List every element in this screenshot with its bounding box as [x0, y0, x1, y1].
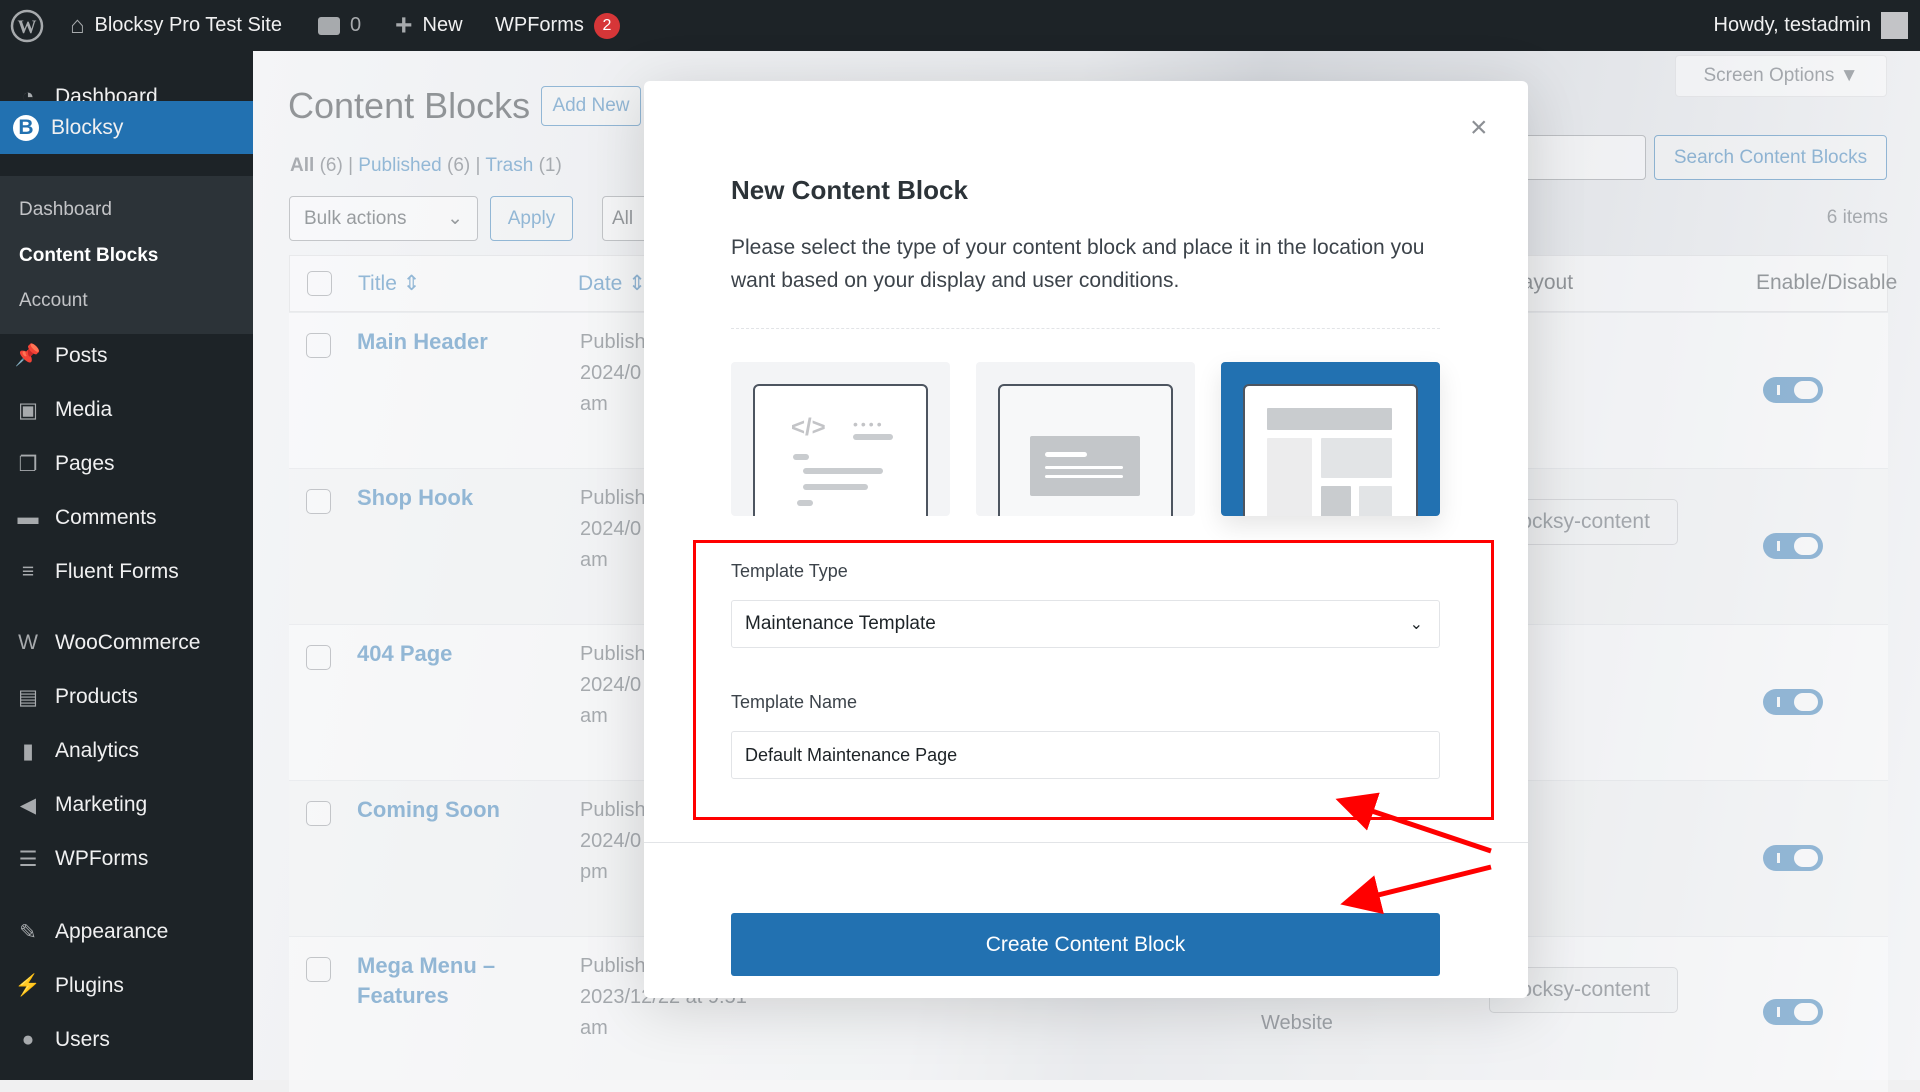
woo-icon: W	[18, 631, 38, 654]
row-title-link[interactable]: Shop Hook	[357, 483, 557, 513]
notification-badge: 2	[593, 12, 620, 39]
sidebar-item-products[interactable]: ▤ Products	[0, 675, 253, 719]
create-content-block-button[interactable]: Create Content Block	[731, 913, 1440, 976]
sidebar-item-analytics[interactable]: ▮ Analytics	[0, 729, 253, 773]
row-checkbox[interactable]	[306, 489, 331, 514]
sidebar-item-marketing[interactable]: ◀ Marketing	[0, 783, 253, 827]
enable-toggle[interactable]	[1763, 845, 1823, 871]
row-checkbox[interactable]	[306, 333, 331, 358]
type-card-popup[interactable]	[976, 362, 1195, 516]
avatar	[1881, 12, 1908, 39]
close-icon[interactable]: ×	[1470, 111, 1488, 145]
submenu-content-blocks[interactable]: Content Blocks	[19, 245, 158, 267]
row-title-link[interactable]: 404 Page	[357, 639, 557, 669]
wordpress-logo-icon[interactable]: W	[10, 0, 44, 51]
filter-trash[interactable]: Trash	[485, 155, 533, 176]
brush-icon: ✎	[19, 920, 37, 944]
comment-icon	[318, 16, 340, 35]
column-enable: Enable/Disable	[1756, 271, 1898, 294]
add-new-button[interactable]: Add New	[541, 86, 641, 126]
enable-toggle[interactable]	[1763, 689, 1823, 715]
column-title[interactable]: Title ⇕	[358, 271, 420, 296]
footer-divider	[644, 842, 1528, 843]
sidebar-item-fluent-forms[interactable]: ≡ Fluent Forms	[0, 550, 253, 594]
plus-icon: +	[395, 8, 413, 42]
bulk-actions-select[interactable]: Bulk actions ⌄	[289, 196, 478, 241]
modal-title: New Content Block	[731, 175, 968, 205]
search-button[interactable]: Search Content Blocks	[1654, 135, 1887, 180]
admin-sidebar: ◔ Dashboard B Blocksy 📌 Posts ▣ Media ❐ Pages ▬ Com…	[0, 51, 253, 1080]
enable-toggle[interactable]	[1763, 377, 1823, 403]
sidebar-item-media[interactable]: ▣ Media	[0, 388, 253, 432]
new-content-link[interactable]: + New	[395, 0, 463, 51]
divider	[731, 328, 1440, 329]
row-checkbox[interactable]	[306, 957, 331, 982]
blocksy-icon: B	[13, 114, 39, 141]
sidebar-item-wpforms[interactable]: ☰ WPForms	[0, 837, 253, 881]
megaphone-icon: ◀	[19, 793, 37, 817]
forms-icon: ≡	[21, 560, 35, 583]
account-menu[interactable]: Howdy, testadmin	[1714, 0, 1908, 51]
type-card-template[interactable]	[1221, 362, 1440, 516]
enable-toggle[interactable]	[1763, 999, 1823, 1025]
sidebar-item-posts[interactable]: 📌 Posts	[0, 334, 253, 378]
sidebar-item-plugins[interactable]: ⚡ Plugins	[0, 964, 253, 1008]
wpforms-icon: ☰	[18, 847, 38, 871]
comments-link[interactable]: 0	[318, 0, 361, 51]
svg-text:W: W	[18, 17, 37, 38]
type-card-hook[interactable]: </> ••••	[731, 362, 950, 516]
pages-icon: ❐	[18, 452, 38, 476]
row-title-link[interactable]: Mega Menu – Features	[357, 951, 557, 1011]
sidebar-item-users[interactable]: ● Users	[0, 1018, 253, 1062]
column-date[interactable]: Date ⇕	[578, 271, 646, 296]
sidebar-item-blocksy[interactable]: B Blocksy	[0, 101, 253, 154]
row-title-link[interactable]: Coming Soon	[357, 795, 557, 825]
wpforms-link[interactable]: WPForms 2	[495, 0, 620, 51]
row-extra: Website	[1261, 1012, 1333, 1034]
comment-icon: ▬	[17, 506, 39, 529]
submenu-dashboard[interactable]: Dashboard	[19, 199, 112, 221]
code-icon: </> ••••	[753, 384, 928, 516]
apply-button[interactable]: Apply	[490, 196, 573, 241]
sidebar-item-appearance[interactable]: ✎ Appearance	[0, 910, 253, 954]
filter-published[interactable]: Published	[358, 155, 441, 176]
sidebar-item-comments[interactable]: ▬ Comments	[0, 496, 253, 540]
filter-all[interactable]: All	[290, 155, 314, 176]
site-name-link[interactable]: ⌂ Blocksy Pro Test Site	[70, 0, 282, 51]
plug-icon: ⚡	[14, 974, 42, 997]
row-checkbox[interactable]	[306, 645, 331, 670]
enable-toggle[interactable]	[1763, 533, 1823, 559]
chart-icon: ▮	[22, 739, 34, 763]
sidebar-item-woocommerce[interactable]: W WooCommerce	[0, 621, 253, 665]
submenu-account[interactable]: Account	[19, 290, 88, 312]
annotation-highlight-box	[693, 540, 1494, 820]
screen-options-button[interactable]: Screen Options ▼	[1675, 55, 1887, 97]
page-title: Content Blocks	[288, 85, 531, 126]
popup-icon	[998, 384, 1173, 516]
items-count: 6 items	[1826, 207, 1888, 228]
user-icon: ●	[21, 1028, 35, 1051]
row-checkbox[interactable]	[306, 801, 331, 826]
archive-icon: ▤	[18, 685, 38, 709]
home-icon: ⌂	[70, 11, 85, 39]
template-layout-icon	[1243, 384, 1418, 516]
modal-description: Please select the type of your content b…	[731, 236, 1425, 292]
pin-icon: 📌	[14, 344, 42, 367]
admin-bar: W ⌂ Blocksy Pro Test Site 0 + New WPForms 2…	[0, 0, 1920, 51]
chevron-down-icon: ⌄	[447, 208, 463, 229]
status-filters: All (6) | Published (6) | Trash (1)	[290, 155, 562, 176]
select-all-checkbox[interactable]	[307, 271, 332, 296]
media-icon: ▣	[18, 398, 38, 422]
row-title-link[interactable]: Main Header	[357, 327, 557, 357]
sidebar-item-pages[interactable]: ❐ Pages	[0, 442, 253, 486]
